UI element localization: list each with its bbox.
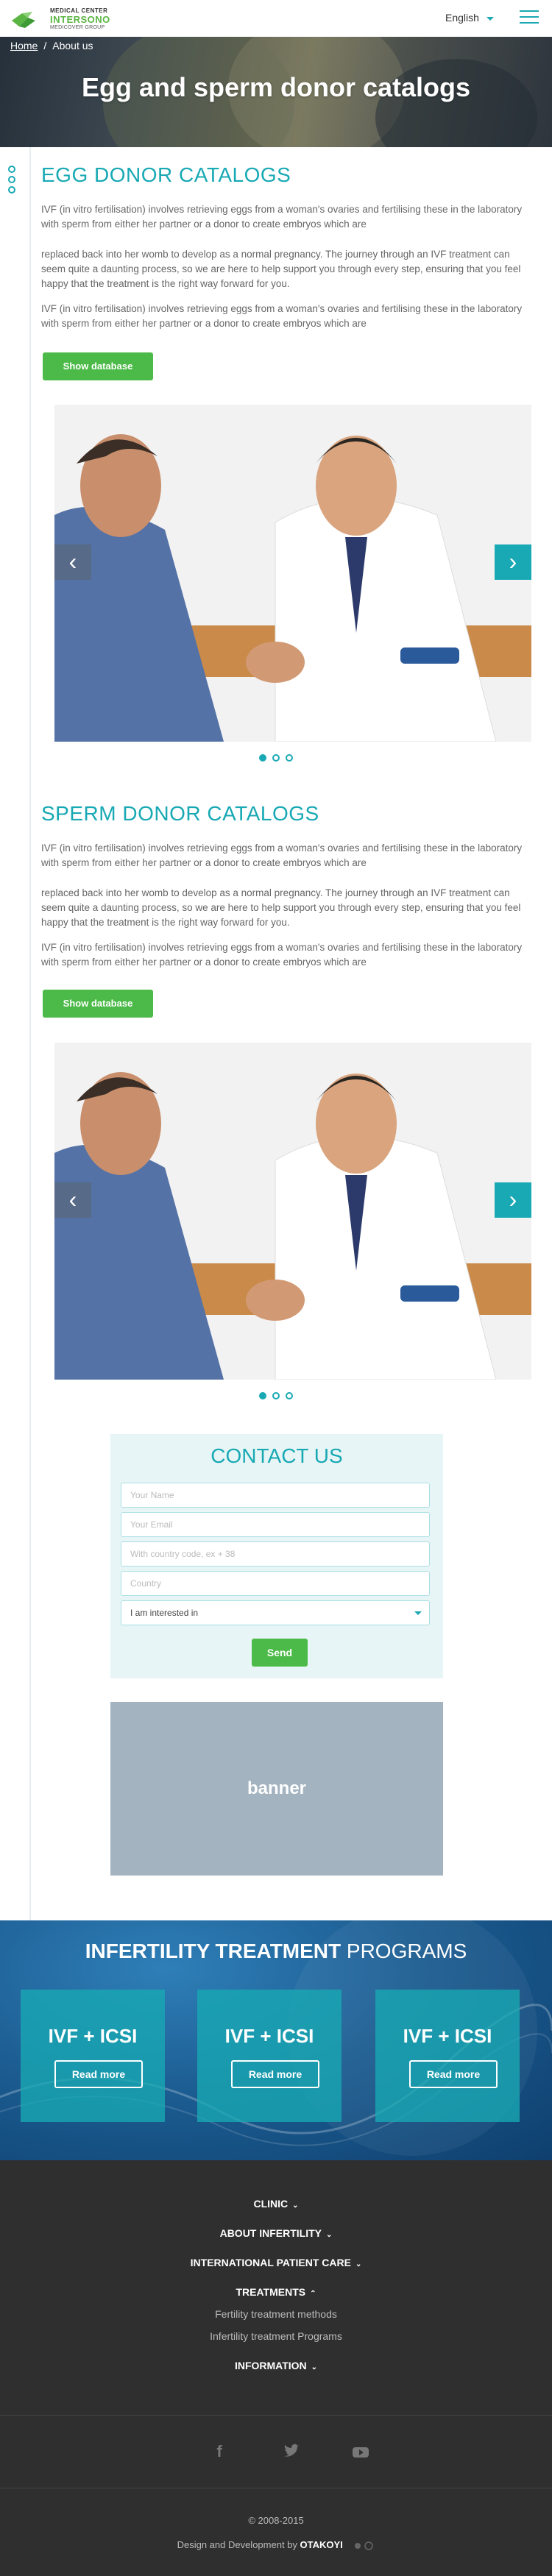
language-selector[interactable]: English xyxy=(445,12,494,24)
sperm-paragraph-3: IVF (in vitro fertilisation) involves re… xyxy=(41,942,523,968)
read-more-button[interactable]: Read more xyxy=(231,2060,319,2088)
footer-menu-about-infertility[interactable]: ABOUT INFERTILITY ⌄ xyxy=(0,2227,552,2239)
program-card: IVF + ICSI Read more xyxy=(375,1990,520,2122)
program-card: IVF + ICSI Read more xyxy=(197,1990,342,2122)
programs-title-rest: PROGRAMS xyxy=(346,1940,467,1962)
name-field[interactable]: Your Name xyxy=(121,1483,430,1508)
footer-divider xyxy=(0,2415,552,2416)
interest-select[interactable]: I am interested in xyxy=(121,1600,430,1625)
copyright: © 2008-2015 xyxy=(248,2515,304,2526)
hero-banner: Home / About us Egg and sperm donor catalo… xyxy=(0,37,552,147)
site-logo[interactable]: MEDICAL CENTER INTERSONO MEDICOVER GROUP xyxy=(10,6,113,32)
logo-line-1: MEDICAL CENTER xyxy=(50,7,108,14)
page-title: Egg and sperm donor catalogs xyxy=(81,72,471,102)
chevron-down-icon xyxy=(486,16,494,21)
slider-prev-arrow-icon[interactable]: ‹ xyxy=(54,544,91,580)
credit-prefix: Design and Development by xyxy=(177,2539,297,2550)
credit-line: Design and Development by OTAKOYI xyxy=(0,2539,552,2551)
egg-image-slider: ‹ › xyxy=(54,405,531,742)
chevron-down-icon xyxy=(414,1611,422,1615)
sperm-paragraph-1: IVF (in vitro fertilisation) involves re… xyxy=(41,842,523,868)
footer-menu-treatments[interactable]: TREATMENTS ⌃ xyxy=(0,2286,552,2298)
send-button[interactable]: Send xyxy=(252,1639,308,1667)
logo-line-3: MEDICOVER GROUP xyxy=(50,25,105,30)
egg-paragraph-2: replaced back into her womb to develop a… xyxy=(41,249,521,289)
program-card: IVF + ICSI Read more xyxy=(21,1990,165,2122)
programs-section: INFERTILITY TREATMENT PROGRAMS IVF + ICS… xyxy=(0,1920,552,2160)
egg-paragraph-3: IVF (in vitro fertilisation) involves re… xyxy=(41,303,523,329)
egg-show-database-button[interactable]: Show database xyxy=(43,352,153,380)
side-rail xyxy=(29,147,31,1920)
sperm-show-database-button[interactable]: Show database xyxy=(43,990,153,1018)
country-field[interactable]: Country xyxy=(121,1571,430,1596)
footer-menu-clinic[interactable]: CLINIC ⌄ xyxy=(0,2198,552,2210)
footer-link-treatment-programs[interactable]: Infertility treatment Programs xyxy=(0,2330,552,2342)
read-more-button[interactable]: Read more xyxy=(54,2060,143,2088)
otakoyi-logo-icon xyxy=(355,2541,374,2550)
breadcrumb-home-link[interactable]: Home xyxy=(10,40,38,52)
language-label: English xyxy=(445,12,479,24)
twitter-icon[interactable] xyxy=(281,2441,302,2462)
doctor-consultation-image xyxy=(54,1043,531,1380)
logo-mark-icon xyxy=(12,12,35,28)
phone-field[interactable]: With country code, ex + 38 xyxy=(121,1541,430,1566)
footer-menu-information[interactable]: INFORMATION ⌄ xyxy=(0,2360,552,2371)
youtube-icon[interactable] xyxy=(350,2441,371,2462)
programs-title: INFERTILITY TREATMENT PROGRAMS xyxy=(0,1940,552,1963)
hamburger-menu-icon[interactable] xyxy=(520,10,539,25)
section-nav-dots-icon[interactable] xyxy=(8,166,17,196)
site-header: MEDICAL CENTER INTERSONO MEDICOVER GROUP… xyxy=(0,0,552,37)
egg-slider-dots[interactable] xyxy=(0,752,552,765)
breadcrumb: Home / About us xyxy=(10,40,93,52)
logo-line-2: INTERSONO xyxy=(50,14,110,25)
program-name: IVF + ICSI xyxy=(48,2025,138,2047)
footer-link-fertility-methods[interactable]: Fertility treatment methods xyxy=(0,2308,552,2320)
slider-prev-arrow-icon[interactable]: ‹ xyxy=(54,1182,91,1218)
contact-form: CONTACT US Your Name Your Email With cou… xyxy=(110,1434,443,1678)
doctor-consultation-image xyxy=(54,405,531,742)
sperm-section-title: SPERM DONOR CATALOGS xyxy=(41,802,319,825)
sperm-paragraph-2: replaced back into her womb to develop a… xyxy=(41,887,521,928)
facebook-icon[interactable]: f xyxy=(209,2441,230,2462)
slider-next-arrow-icon[interactable]: › xyxy=(495,544,531,580)
credit-name[interactable]: OTAKOYI xyxy=(300,2539,343,2550)
sperm-slider-dots[interactable] xyxy=(0,1390,552,1403)
read-more-button[interactable]: Read more xyxy=(409,2060,498,2088)
interest-select-value: I am interested in xyxy=(130,1608,199,1618)
email-field[interactable]: Your Email xyxy=(121,1512,430,1537)
breadcrumb-current: About us xyxy=(52,40,93,52)
slider-next-arrow-icon[interactable]: › xyxy=(495,1182,531,1218)
banner-placeholder[interactable]: banner xyxy=(110,1702,443,1876)
egg-section-title: EGG DONOR CATALOGS xyxy=(41,163,291,186)
footer-menu-international-patient-care[interactable]: INTERNATIONAL PATIENT CARE ⌄ xyxy=(0,2257,552,2268)
program-name: IVF + ICSI xyxy=(403,2025,492,2047)
contact-title: CONTACT US xyxy=(210,1444,343,1467)
sperm-image-slider: ‹ › xyxy=(54,1043,531,1380)
egg-paragraph-1: IVF (in vitro fertilisation) involves re… xyxy=(41,204,523,230)
programs-title-bold: INFERTILITY TREATMENT xyxy=(85,1940,342,1962)
program-name: IVF + ICSI xyxy=(224,2025,314,2047)
